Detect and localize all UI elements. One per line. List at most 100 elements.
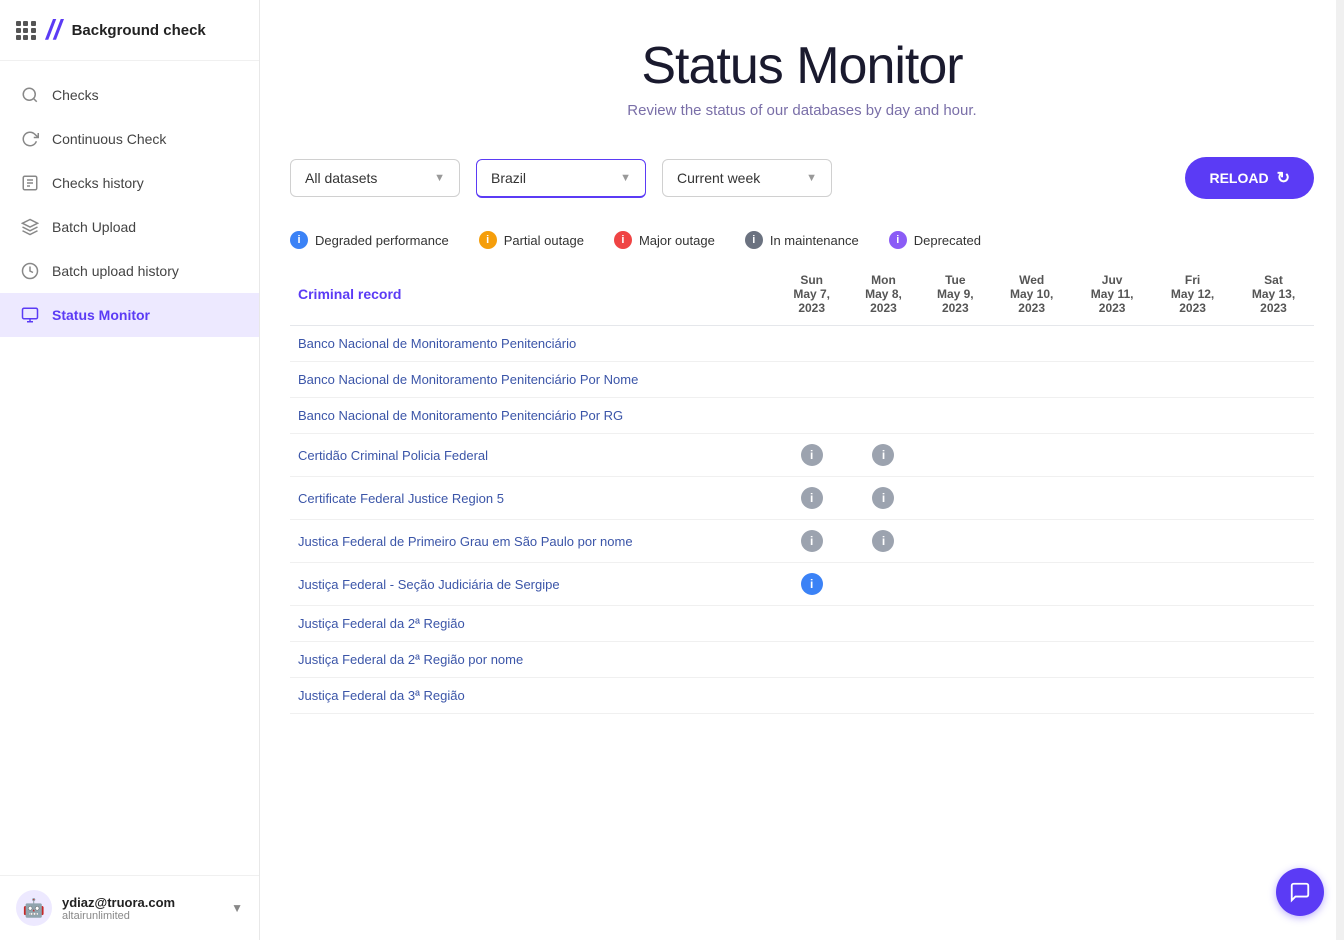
- col-header-tue: TueMay 9,2023: [919, 263, 991, 326]
- cell-fri: [1152, 642, 1233, 678]
- dataset-filter[interactable]: All datasets ▼: [290, 159, 460, 197]
- cell-mon: i: [848, 520, 920, 563]
- sidebar-item-continuous-check-label: Continuous Check: [52, 131, 166, 147]
- grid-icon[interactable]: [16, 21, 36, 40]
- sidebar-item-checks[interactable]: Checks: [0, 73, 259, 117]
- legend-major: i Major outage: [614, 231, 715, 249]
- status-gray-icon[interactable]: i: [872, 487, 894, 509]
- cell-sat: [1233, 563, 1314, 606]
- row-name: Justica Federal de Primeiro Grau em São …: [290, 520, 776, 563]
- filter-bar: All datasets ▼ Brazil ▼ Current week ▼ R…: [260, 139, 1344, 217]
- cell-juv: [1072, 642, 1152, 678]
- cell-wed: [991, 362, 1072, 398]
- sidebar-item-continuous-check[interactable]: Continuous Check: [0, 117, 259, 161]
- status-gray-icon[interactable]: i: [872, 530, 894, 552]
- clock-icon: [20, 261, 40, 281]
- monitor-icon: [20, 305, 40, 325]
- cell-tue: [919, 398, 991, 434]
- sidebar-item-checks-history[interactable]: Checks history: [0, 161, 259, 205]
- cell-sat: [1233, 434, 1314, 477]
- chevron-down-icon[interactable]: ▼: [231, 901, 243, 915]
- sidebar-item-checks-label: Checks: [52, 87, 99, 103]
- cell-wed: [991, 398, 1072, 434]
- sidebar-item-batch-upload-history-label: Batch upload history: [52, 263, 179, 279]
- cell-sun: i: [776, 434, 848, 477]
- cell-mon: [848, 678, 920, 714]
- legend-deprecated: i Deprecated: [889, 231, 981, 249]
- row-name: Justiça Federal da 2ª Região: [290, 606, 776, 642]
- search-icon: [20, 85, 40, 105]
- status-gray-icon[interactable]: i: [801, 530, 823, 552]
- status-blue-icon[interactable]: i: [801, 573, 823, 595]
- status-gray-icon[interactable]: i: [801, 487, 823, 509]
- cell-tue: [919, 606, 991, 642]
- cell-wed: [991, 477, 1072, 520]
- scrollbar[interactable]: [1336, 0, 1344, 940]
- col-header-fri: FriMay 12,2023: [1152, 263, 1233, 326]
- reload-icon: ↻: [1277, 168, 1290, 188]
- row-name: Justiça Federal da 2ª Região por nome: [290, 642, 776, 678]
- cell-tue: [919, 642, 991, 678]
- cell-sun: [776, 398, 848, 434]
- cell-mon: [848, 398, 920, 434]
- table-row: Justiça Federal da 2ª Região: [290, 606, 1314, 642]
- cell-mon: [848, 563, 920, 606]
- country-filter[interactable]: Brazil ▼: [476, 159, 646, 198]
- row-name: Banco Nacional de Monitoramento Penitenc…: [290, 362, 776, 398]
- page-subtitle: Review the status of our databases by da…: [280, 102, 1324, 119]
- app-name: Background check: [72, 22, 206, 39]
- list-icon: [20, 173, 40, 193]
- cell-juv: [1072, 678, 1152, 714]
- table-row: Certificate Federal Justice Region 5ii: [290, 477, 1314, 520]
- legend-major-label: Major outage: [639, 233, 715, 248]
- main-content: Status Monitor Review the status of our …: [260, 0, 1344, 940]
- avatar: 🤖: [16, 890, 52, 926]
- period-arrow-icon: ▼: [806, 172, 817, 184]
- table-row: Certidão Criminal Policia Federalii: [290, 434, 1314, 477]
- cell-wed: [991, 434, 1072, 477]
- status-gray-icon[interactable]: i: [801, 444, 823, 466]
- cell-sat: [1233, 326, 1314, 362]
- dataset-filter-label: All datasets: [305, 170, 424, 186]
- sidebar-item-batch-upload-history[interactable]: Batch upload history: [0, 249, 259, 293]
- period-filter[interactable]: Current week ▼: [662, 159, 832, 197]
- sidebar-item-batch-upload[interactable]: Batch Upload: [0, 205, 259, 249]
- cell-tue: [919, 434, 991, 477]
- sidebar-footer: 🤖 ydiaz@truora.com altairunlimited ▼: [0, 875, 259, 940]
- cell-sun: i: [776, 520, 848, 563]
- cell-juv: [1072, 398, 1152, 434]
- col-header-wed: WedMay 10,2023: [991, 263, 1072, 326]
- row-name: Banco Nacional de Monitoramento Penitenc…: [290, 326, 776, 362]
- user-info: ydiaz@truora.com altairunlimited: [62, 895, 221, 922]
- user-email: ydiaz@truora.com: [62, 895, 221, 910]
- cell-tue: [919, 563, 991, 606]
- cell-sat: [1233, 520, 1314, 563]
- logo-mark: //: [46, 16, 62, 44]
- sidebar-item-checks-history-label: Checks history: [52, 175, 144, 191]
- page-header: Status Monitor Review the status of our …: [260, 0, 1344, 139]
- cell-tue: [919, 477, 991, 520]
- cell-sat: [1233, 642, 1314, 678]
- cell-sun: [776, 606, 848, 642]
- cell-wed: [991, 642, 1072, 678]
- sidebar-item-status-monitor[interactable]: Status Monitor: [0, 293, 259, 337]
- chat-button[interactable]: [1276, 868, 1324, 916]
- col-header-mon: MonMay 8,2023: [848, 263, 920, 326]
- status-gray-icon[interactable]: i: [872, 444, 894, 466]
- sidebar-nav: Checks Continuous Check Checks history B…: [0, 61, 259, 875]
- reload-button[interactable]: RELOAD ↻: [1185, 157, 1314, 199]
- table-row: Justiça Federal da 3ª Região: [290, 678, 1314, 714]
- cell-sun: [776, 642, 848, 678]
- table-row: Banco Nacional de Monitoramento Penitenc…: [290, 362, 1314, 398]
- legend-deprecated-label: Deprecated: [914, 233, 981, 248]
- legend-degraded: i Degraded performance: [290, 231, 449, 249]
- col-header-sat: SatMay 13,2023: [1233, 263, 1314, 326]
- cell-tue: [919, 520, 991, 563]
- table-row: Justiça Federal - Seção Judiciária de Se…: [290, 563, 1314, 606]
- page-title: Status Monitor: [280, 36, 1324, 96]
- country-filter-label: Brazil: [491, 170, 610, 186]
- sidebar-header: // Background check: [0, 0, 259, 61]
- cell-juv: [1072, 477, 1152, 520]
- cell-wed: [991, 678, 1072, 714]
- reload-label: RELOAD: [1209, 170, 1268, 186]
